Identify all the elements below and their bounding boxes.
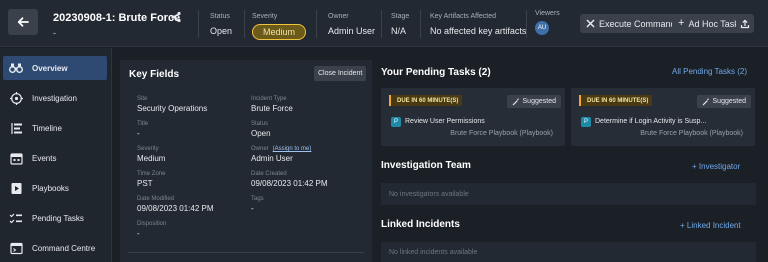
field-disposition[interactable]: Disposition - <box>137 221 166 238</box>
field-severity[interactable]: Severity Medium <box>137 146 165 163</box>
header-key-artifacts: Key Artifacts Affected No affected key a… <box>430 13 526 36</box>
field-site[interactable]: Site Security Operations <box>137 96 207 113</box>
checklist-icon <box>9 211 23 225</box>
sidebar: Overview Investigation Timeline Events P… <box>0 48 112 262</box>
calendar-icon <box>9 151 23 165</box>
sidebar-item-label: Timeline <box>32 123 62 133</box>
due-badge: DUE IN 60 MINUTE(S) <box>389 95 463 106</box>
field-date-modified: Date Modified 09/08/2023 01:42 PM <box>137 196 214 213</box>
viewer-avatar[interactable]: AU <box>535 21 549 35</box>
add-investigator-link[interactable]: + Investigator <box>692 162 740 171</box>
divider <box>128 252 364 253</box>
header-divider <box>526 10 527 38</box>
severity-label: Severity <box>252 13 278 20</box>
execute-command-button[interactable]: Execute Command <box>580 14 682 33</box>
task-type-icon: P <box>581 117 591 127</box>
owner-value[interactable]: Admin User <box>328 26 375 36</box>
sidebar-item-investigation[interactable]: Investigation <box>3 86 107 110</box>
sidebar-item-label: Investigation <box>32 93 77 103</box>
sidebar-item-events[interactable]: Events <box>3 146 107 170</box>
wand-icon <box>702 98 709 105</box>
upload-icon <box>740 19 750 28</box>
header-owner: Owner Admin User <box>328 13 375 36</box>
pending-tasks-title: Your Pending Tasks (2) <box>381 67 491 78</box>
sidebar-item-playbooks[interactable]: Playbooks <box>3 176 107 200</box>
header-divider <box>420 10 421 38</box>
close-incident-button[interactable]: Close Incident <box>314 66 367 81</box>
sidebar-item-label: Playbooks <box>32 183 69 193</box>
field-status[interactable]: Status Open <box>251 121 271 138</box>
task-type-icon: P <box>391 117 401 127</box>
header-divider <box>316 10 317 38</box>
field-incident-type[interactable]: Incident Type Brute Force <box>251 96 293 113</box>
linked-incidents-title: Linked Incidents <box>381 219 460 230</box>
investigation-team-title: Investigation Team <box>381 160 471 171</box>
task-card[interactable]: DUE IN 60 MINUTE(S) Suggested P Determin… <box>571 88 755 146</box>
assign-to-me-link[interactable]: (Assign to me) <box>273 146 312 152</box>
field-time-zone[interactable]: Time Zone PST <box>137 171 165 188</box>
execute-command-label: Execute Command <box>599 18 676 29</box>
investigators-empty-state: No investigators available <box>381 183 756 205</box>
adhoc-task-label: Ad Hoc Task <box>688 18 739 29</box>
task-playbook: Brute Force Playbook (Playbook) <box>450 130 553 137</box>
severity-badge[interactable]: Medium <box>252 24 307 40</box>
header-divider <box>244 10 245 38</box>
share-icon[interactable] <box>170 11 182 23</box>
header-divider <box>198 10 199 38</box>
header-stage: Stage N/A <box>391 13 409 36</box>
field-owner[interactable]: Owner (Assign to me) Admin User <box>251 146 311 163</box>
export-button[interactable] <box>736 14 754 33</box>
stage-value[interactable]: N/A <box>391 26 409 36</box>
status-value[interactable]: Open <box>210 26 232 36</box>
field-date-created: Date Created 09/08/2023 01:42 PM <box>251 171 328 188</box>
adhoc-task-button[interactable]: + Ad Hoc Task <box>672 14 745 33</box>
key-fields-panel: Key Fields Close Incident Site Security … <box>120 60 372 262</box>
sidebar-item-pending-tasks[interactable]: Pending Tasks <box>3 206 107 230</box>
wand-icon <box>512 98 519 105</box>
arrow-left-icon <box>17 17 29 27</box>
all-pending-tasks-link[interactable]: All Pending Tasks (2) <box>672 67 747 76</box>
stage-label: Stage <box>391 13 410 20</box>
sidebar-item-overview[interactable]: Overview <box>3 56 107 80</box>
field-tags[interactable]: Tags - <box>251 196 264 213</box>
sidebar-item-label: Command Centre <box>32 243 96 253</box>
key-artifacts-label: Key Artifacts Affected <box>430 13 497 20</box>
incident-header: 20230908-1: Brute Force - Status Open Se… <box>0 0 768 47</box>
task-name[interactable]: Determine if Login Activity is Susp... <box>595 118 706 125</box>
sidebar-item-timeline[interactable]: Timeline <box>3 116 107 140</box>
sidebar-item-label: Pending Tasks <box>32 213 84 223</box>
field-title[interactable]: Title - <box>137 121 148 138</box>
back-button[interactable] <box>8 9 38 35</box>
incident-title: 20230908-1: Brute Force <box>53 12 181 24</box>
linked-incidents-empty-state: No linked incidents available <box>381 242 756 262</box>
task-card[interactable]: DUE IN 60 MINUTE(S) Suggested P Review U… <box>381 88 565 146</box>
key-artifacts-value: No affected key artifacts <box>430 26 527 36</box>
suggested-badge: Suggested <box>506 95 561 108</box>
header-status: Status Open <box>210 13 232 36</box>
crosshair-icon <box>9 91 23 105</box>
terminal-icon <box>9 241 23 255</box>
header-divider <box>381 10 382 38</box>
suggested-badge: Suggested <box>696 95 751 108</box>
crossed-tools-icon <box>586 19 595 28</box>
task-playbook: Brute Force Playbook (Playbook) <box>640 130 743 137</box>
due-badge: DUE IN 60 MINUTE(S) <box>579 95 653 106</box>
playbook-icon <box>9 181 23 195</box>
key-fields-title: Key Fields <box>129 69 180 80</box>
sidebar-item-command-centre[interactable]: Command Centre <box>3 236 107 260</box>
sidebar-item-label: Overview <box>32 63 68 73</box>
viewers-label: Viewers <box>535 10 560 17</box>
incident-subtitle: - <box>53 28 56 38</box>
owner-label: Owner <box>328 13 349 20</box>
plus-icon: + <box>678 17 685 29</box>
add-linked-incident-link[interactable]: + Linked Incident <box>680 221 741 230</box>
sidebar-item-label: Events <box>32 153 57 163</box>
header-severity: Severity Medium <box>252 13 307 40</box>
timeline-icon <box>9 121 23 135</box>
header-viewers: Viewers AU <box>535 10 560 35</box>
binoculars-icon <box>9 61 23 75</box>
status-label: Status <box>210 13 230 20</box>
task-name[interactable]: Review User Permissions <box>405 118 485 125</box>
